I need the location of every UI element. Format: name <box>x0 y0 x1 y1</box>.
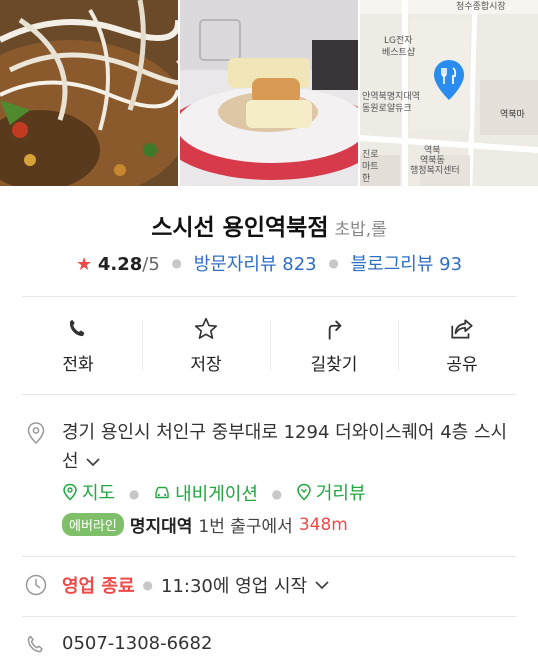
directions-icon <box>328 320 342 340</box>
map-label-lg-2: 베스트샵 <box>382 48 416 58</box>
navigation-link[interactable]: 내비게이션 <box>153 480 258 506</box>
phone-outline-icon <box>27 635 43 653</box>
map-label-center-2: 동원로얄듀크 <box>362 104 412 114</box>
separator-dot: ● <box>142 578 153 592</box>
blog-reviews-link[interactable]: 블로그리뷰 93 <box>351 254 462 275</box>
separator-dot: ● <box>171 256 182 270</box>
divider <box>22 296 516 297</box>
save-button[interactable]: 저장 <box>142 312 270 376</box>
action-bar: 전화 저장 길찾기 공유 <box>14 312 526 376</box>
address-text[interactable]: 경기 용인시 처인구 중부대로 1294 더와이스퀘어 4층 스시선 <box>62 418 512 476</box>
clock-icon <box>25 574 47 596</box>
visitor-reviews-link[interactable]: 방문자리뷰 823 <box>194 254 317 275</box>
street-view-link[interactable]: 거리뷰 <box>296 479 366 505</box>
rating-value: 4.28 <box>97 254 143 275</box>
separator-dot: ● <box>328 256 339 270</box>
street-view-icon <box>297 483 311 501</box>
directions-label: 길찾기 <box>310 355 358 375</box>
map-label-left-1: 진로 <box>362 150 379 160</box>
place-name: 스시선 용인역북점 <box>151 215 329 241</box>
subway-info: 에버라인 명지대역 1번 출구에서 348m <box>62 512 348 537</box>
map-label-station-east: 역북마 <box>500 110 525 120</box>
share-button[interactable]: 공유 <box>398 312 526 376</box>
rating-star-icon: ★ <box>75 254 93 275</box>
map-label-center-1: 안역북명지대역 <box>362 92 420 102</box>
chevron-down-icon[interactable] <box>313 578 331 592</box>
blog-reviews-label: 블로그리뷰 <box>350 254 434 275</box>
map-pin-icon <box>63 483 77 501</box>
map-link-label: 지도 <box>82 483 116 504</box>
phone-number[interactable]: 0507-1308-6682 <box>62 633 212 654</box>
location-pin-icon <box>27 422 45 445</box>
street-view-link-label: 거리뷰 <box>315 483 366 504</box>
map-link[interactable]: 지도 <box>62 479 115 505</box>
business-hours[interactable]: 영업 종료 ● 11:30에 영업 시작 <box>62 572 331 598</box>
separator-dot: ● <box>128 487 140 501</box>
station-distance: 348m <box>298 514 348 535</box>
title-row: 스시선 용인역북점 초밥,롤 <box>0 208 538 242</box>
chevron-down-icon[interactable] <box>84 455 102 469</box>
save-label: 저장 <box>190 355 222 375</box>
call-label: 전화 <box>62 355 94 375</box>
station-name: 명지대역 <box>129 517 193 537</box>
navigation-link-label: 내비게이션 <box>175 484 258 505</box>
separator-dot: ● <box>271 487 283 501</box>
visitor-reviews-count: 823 <box>282 254 317 275</box>
dish-photo-1[interactable] <box>0 0 178 186</box>
map-label-left-2: 마트 <box>362 162 379 172</box>
directions-button[interactable]: 길찾기 <box>270 312 398 376</box>
call-button[interactable]: 전화 <box>14 312 142 376</box>
map-label-left-3: 한 <box>362 174 371 184</box>
address-links: 지도 ● 내비게이션 ● 거리뷰 <box>62 479 366 506</box>
place-category: 초밥,롤 <box>334 220 387 240</box>
star-outline-icon <box>194 317 218 339</box>
blog-reviews-count: 93 <box>439 254 463 275</box>
hours-status: 영업 종료 <box>62 576 135 597</box>
visitor-reviews-label: 방문자리뷰 <box>193 254 277 275</box>
address-line: 경기 용인시 처인구 중부대로 1294 더와이스퀘어 4층 스시선 <box>62 422 508 472</box>
map-pin-icon[interactable] <box>432 58 466 102</box>
share-icon <box>451 319 473 339</box>
photo-strip[interactable]: 청수종합시장 LG전자 베스트샵 안역북명지대역 동원로얄듀크 역북마 역북 역… <box>0 0 538 186</box>
rating-row: ★ 4.28/5 ● 방문자리뷰 823 ● 블로그리뷰 93 <box>0 250 538 276</box>
subway-line-badge: 에버라인 <box>62 513 124 536</box>
divider <box>22 394 516 395</box>
dish-photo-2[interactable] <box>180 0 358 186</box>
map-label-market: 청수종합시장 <box>456 2 506 12</box>
map-label-myeongji-3: 행정복지센터 <box>410 166 460 176</box>
rating-max: /5 <box>142 254 160 275</box>
car-icon <box>155 486 169 499</box>
map-thumbnail[interactable]: 청수종합시장 LG전자 베스트샵 안역북명지대역 동원로얄듀크 역북마 역북 역… <box>360 0 538 186</box>
hours-next-open: 11:30에 영업 시작 <box>161 576 308 597</box>
divider <box>22 616 516 617</box>
map-label-lg-1: LG전자 <box>384 36 413 46</box>
share-label: 공유 <box>446 355 478 375</box>
phone-icon <box>69 319 85 337</box>
station-exit: 1번 출구에서 <box>198 517 293 537</box>
divider <box>22 556 516 557</box>
